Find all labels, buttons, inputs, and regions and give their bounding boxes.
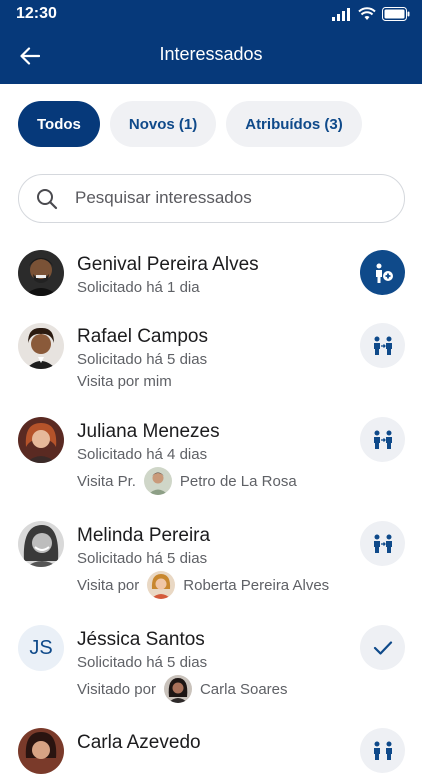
filter-chips: Todos Novos (1) Atribuídos (3) <box>18 101 362 147</box>
search-input[interactable] <box>75 188 375 208</box>
assign-agent-button[interactable] <box>360 323 405 368</box>
list-item[interactable]: JS Jéssica Santos Solicitado há 5 dias V… <box>0 625 422 705</box>
signal-icon <box>332 7 350 21</box>
requested-date: Solicitado há 5 dias <box>77 654 208 671</box>
battery-icon <box>382 7 410 21</box>
status-time: 12:30 <box>16 5 57 22</box>
agent-avatar <box>143 467 172 495</box>
people-exchange-icon <box>373 741 392 760</box>
list-item[interactable]: Carla Azevedo <box>0 728 422 774</box>
agent-name: Carla Soares <box>199 680 288 698</box>
page-title: Interessados <box>159 44 263 64</box>
status-bar: 12:30 <box>0 0 422 28</box>
person-name: Carla Azevedo <box>77 732 201 753</box>
requested-date: Solicitado há 1 dia <box>77 279 200 296</box>
visit-label: Visita por mim <box>77 373 172 390</box>
list-item[interactable]: Rafael Campos Solicitado há 5 dias Visit… <box>0 320 422 395</box>
assign-agent-button[interactable] <box>360 521 405 566</box>
assign-button[interactable] <box>360 250 405 295</box>
app-header: Interessados <box>0 28 422 84</box>
assign-person-icon <box>375 263 393 283</box>
visit-label: Visita por <box>77 576 140 594</box>
person-name: Genival Pereira Alves <box>77 254 259 275</box>
person-name: Juliana Menezes <box>77 421 220 442</box>
avatar <box>18 417 64 463</box>
person-name: Rafael Campos <box>77 326 208 347</box>
list-item[interactable]: Melinda Pereira Solicitado há 5 dias Vis… <box>0 521 422 601</box>
checkmark-icon <box>373 640 392 655</box>
agent-avatar <box>147 571 176 599</box>
avatar <box>18 728 64 774</box>
search-bar <box>18 174 405 223</box>
avatar <box>18 323 64 369</box>
assign-agent-button[interactable] <box>360 417 405 462</box>
people-exchange-icon <box>373 430 392 449</box>
filter-assigned-chip[interactable]: Atribuídos (3) <box>226 101 362 147</box>
avatar <box>18 250 64 296</box>
agent-name: Petro de La Rosa <box>179 472 297 490</box>
search-icon <box>37 189 58 210</box>
avatar <box>18 521 64 567</box>
visited-button[interactable] <box>360 625 405 670</box>
visit-info: Visitado por Carla Soares <box>77 675 288 703</box>
requested-date: Solicitado há 5 dias <box>77 351 208 368</box>
requested-date: Solicitado há 4 dias <box>77 446 208 463</box>
assign-agent-button[interactable] <box>360 728 405 773</box>
visit-label: Visita Pr. <box>77 472 136 490</box>
visit-info: Visita por mim <box>77 373 172 390</box>
filter-all-chip[interactable]: Todos <box>18 101 100 147</box>
visit-info: Visita Pr. Petro de La Rosa <box>77 467 297 495</box>
requested-date: Solicitado há 5 dias <box>77 550 208 567</box>
filter-new-chip[interactable]: Novos (1) <box>109 101 217 147</box>
agent-avatar <box>163 675 192 703</box>
people-exchange-icon <box>373 336 392 355</box>
visit-info: Visita por Roberta Pereira Alves <box>77 571 329 599</box>
wifi-icon <box>358 7 376 20</box>
avatar-initials: JS <box>18 625 64 671</box>
list-item[interactable]: Juliana Menezes Solicitado há 4 dias Vis… <box>0 417 422 497</box>
person-name: Jéssica Santos <box>77 629 205 650</box>
agent-name: Roberta Pereira Alves <box>183 576 330 594</box>
person-name: Melinda Pereira <box>77 525 211 546</box>
people-exchange-icon <box>373 534 392 553</box>
visit-label: Visitado por <box>77 680 156 698</box>
list-item[interactable]: Genival Pereira Alves Solicitado há 1 di… <box>0 245 422 305</box>
